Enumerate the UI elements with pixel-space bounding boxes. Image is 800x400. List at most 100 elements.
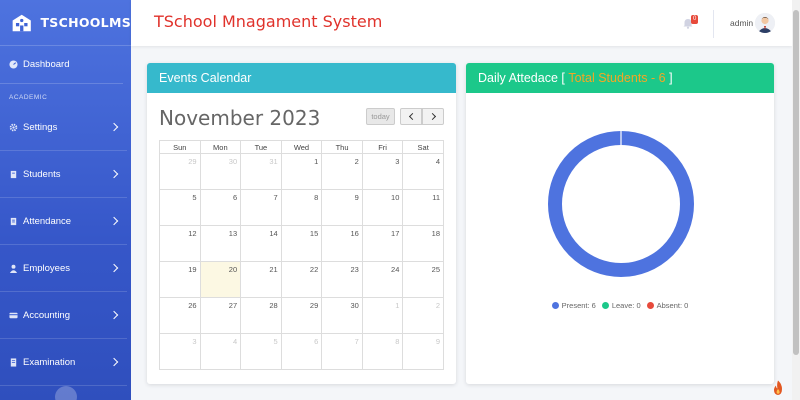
prev-month-button[interactable] (400, 108, 422, 125)
students-icon (10, 170, 17, 178)
events-calendar-header: Events Calendar (147, 63, 456, 93)
sidebar-toggle-button[interactable] (55, 386, 77, 400)
calendar-day[interactable]: 1 (361, 297, 404, 334)
sidebar-item-attendance[interactable]: Attendance (0, 198, 127, 245)
legend-item-absent[interactable]: Absent: 0 (646, 301, 688, 310)
calendar-day[interactable]: 2 (321, 153, 363, 190)
gear-icon (9, 123, 18, 131)
calendar-day[interactable]: 24 (361, 261, 404, 298)
calendar-day[interactable]: 9 (321, 189, 363, 226)
legend-label: Leave: 0 (611, 301, 641, 310)
calendar-day[interactable]: 11 (402, 189, 444, 226)
calendar-day[interactable]: 30 (321, 297, 363, 334)
calendar-day[interactable]: 12 (159, 225, 201, 262)
calendar-day[interactable]: 1 (280, 153, 323, 190)
calendar-day[interactable]: 10 (361, 189, 404, 226)
calendar-month-title: November 2023 (159, 106, 321, 130)
fire-icon[interactable] (771, 380, 785, 396)
calendar-day[interactable]: 6 (199, 189, 242, 226)
user-name[interactable]: admin (730, 18, 753, 28)
calendar-day[interactable]: 16 (321, 225, 363, 262)
weekday-header: Thu (321, 140, 363, 154)
calendar-week-row: 3 4 5 6 7 8 9 (159, 333, 444, 370)
calendar-day[interactable]: 13 (199, 225, 242, 262)
brand-name: TSCHOOLMS (40, 15, 131, 30)
employees-icon (9, 264, 18, 273)
calendar-day[interactable]: 9 (402, 333, 444, 370)
calendar-day[interactable]: 21 (240, 261, 282, 298)
calendar-day[interactable]: 28 (240, 297, 282, 334)
calendar-day[interactable]: 26 (159, 297, 201, 334)
topbar-divider (713, 10, 714, 38)
calendar-day[interactable]: 29 (159, 153, 201, 190)
chevron-right-icon (109, 357, 119, 367)
calendar-day[interactable]: 23 (321, 261, 363, 298)
donut-slice-present[interactable] (548, 131, 694, 277)
sidebar-item-dashboard[interactable]: Dashboard (0, 46, 123, 84)
calendar-day[interactable]: 2 (402, 297, 444, 334)
sidebar-item-label: Students (23, 168, 61, 180)
notification-badge: 0 (691, 15, 699, 24)
legend-item-leave[interactable]: Leave: 0 (601, 301, 641, 310)
attendance-icon (10, 217, 17, 225)
calendar-day[interactable]: 27 (199, 297, 242, 334)
next-month-button[interactable] (422, 108, 444, 125)
legend-dot (646, 302, 654, 309)
calendar-day[interactable]: 8 (280, 189, 323, 226)
chevron-right-icon (109, 122, 119, 132)
calendar-day[interactable]: 4 (402, 153, 444, 190)
user-avatar-icon (755, 13, 775, 33)
calendar-day[interactable]: 7 (240, 189, 282, 226)
chevron-right-icon (109, 310, 119, 320)
sidebar-item-employees[interactable]: Employees (0, 245, 127, 292)
daily-attendance-card: Daily Attedace [ Total Students - 6 ] Pr… (466, 63, 774, 384)
chevron-right-icon (109, 263, 119, 273)
today-button[interactable]: today (366, 108, 395, 125)
calendar-week-row: 12 13 14 15 16 17 18 (159, 225, 444, 262)
calendar-day[interactable]: 17 (361, 225, 404, 262)
calendar-day[interactable]: 19 (159, 261, 201, 298)
scrollbar-thumb[interactable] (793, 10, 799, 355)
weekday-header: Mon (199, 140, 242, 154)
calendar-week-row: 5 6 7 8 9 10 11 (159, 189, 444, 226)
calendar-day[interactable]: 5 (159, 189, 201, 226)
page-scrollbar[interactable] (792, 0, 800, 400)
chevron-right-icon (109, 216, 119, 226)
calendar-day-today[interactable]: 20 (199, 261, 242, 298)
calendar-day[interactable]: 4 (199, 333, 242, 370)
calendar-day[interactable]: 18 (402, 225, 444, 262)
page-title: TSchool Mnagament System (154, 12, 383, 31)
calendar-day[interactable]: 25 (402, 261, 444, 298)
calendar-day[interactable]: 3 (159, 333, 201, 370)
school-logo-icon (12, 14, 31, 31)
total-students-label: Total Students - 6 (568, 71, 666, 85)
sidebar-item-students[interactable]: Students (0, 151, 127, 198)
calendar-day[interactable]: 29 (280, 297, 323, 334)
sidebar-item-label: Settings (23, 121, 58, 133)
calendar-day[interactable]: 3 (361, 153, 404, 190)
legend-label: Present: 6 (561, 301, 596, 310)
calendar-day[interactable]: 22 (280, 261, 323, 298)
weekday-header: Fri (361, 140, 404, 154)
calendar-day[interactable]: 5 (240, 333, 282, 370)
calendar-day[interactable]: 8 (361, 333, 404, 370)
calendar-week-row: 29 30 31 1 2 3 4 (159, 153, 444, 190)
avatar[interactable] (755, 13, 775, 33)
legend-item-present[interactable]: Present: 6 (551, 301, 596, 310)
calendar-day[interactable]: 14 (240, 225, 282, 262)
sidebar-item-label: Employees (23, 262, 70, 274)
calendar-day[interactable]: 6 (280, 333, 323, 370)
weekday-header: Sun (159, 140, 201, 154)
brand[interactable]: TSCHOOLMS (0, 0, 131, 46)
chevron-left-icon (408, 112, 416, 121)
sidebar-item-accounting[interactable]: Accounting (0, 292, 127, 339)
calendar-day[interactable]: 7 (321, 333, 363, 370)
sidebar-item-examination[interactable]: Examination (0, 339, 127, 386)
sidebar-item-settings[interactable]: Settings (0, 104, 127, 151)
calendar-day[interactable]: 30 (199, 153, 242, 190)
calendar-week-row: 19 20 21 22 23 24 25 (159, 261, 444, 298)
calendar-day[interactable]: 15 (280, 225, 323, 262)
calendar-grid: Sun Mon Tue Wed Thu Fri Sat 29 30 31 1 2… (159, 140, 444, 370)
calendar-day[interactable]: 31 (240, 153, 282, 190)
topbar: TSchool Mnagament System 0 admin (131, 0, 792, 46)
